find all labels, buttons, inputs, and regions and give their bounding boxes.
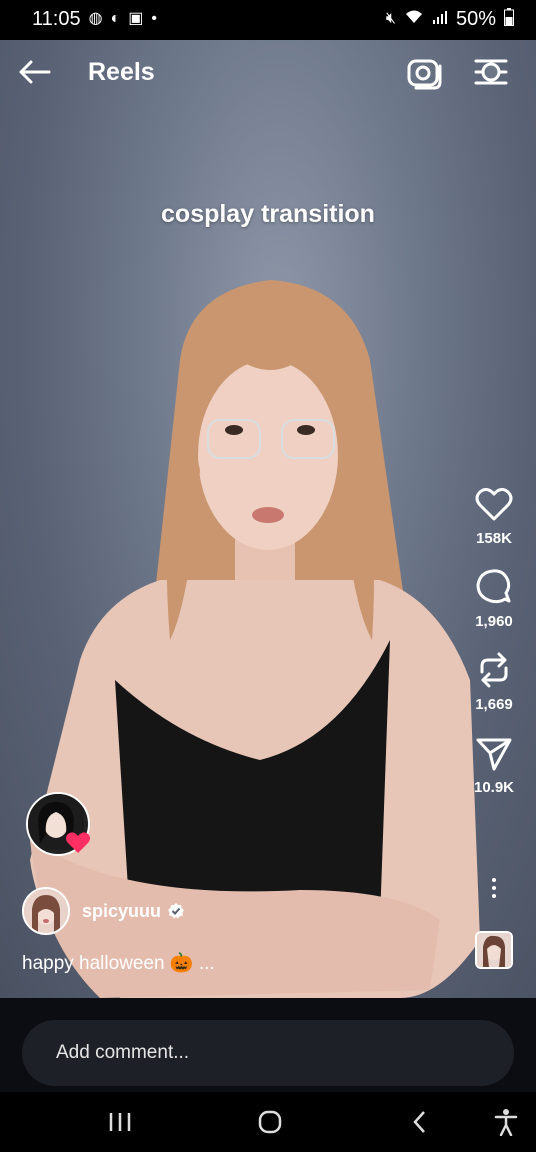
effects-button[interactable] <box>470 52 512 92</box>
share-count: 10.9K <box>473 779 515 796</box>
accessibility-button[interactable] <box>486 1104 526 1140</box>
signal-icon <box>432 9 448 29</box>
repost-button[interactable]: 1,669 <box>464 650 524 713</box>
status-time: 11:05 <box>32 7 81 30</box>
discord-icon: ◐ <box>110 10 121 27</box>
effects-icon <box>474 59 508 85</box>
heart-icon <box>475 487 513 521</box>
comment-count: 1,960 <box>475 613 513 630</box>
recent-apps-button[interactable] <box>100 1104 140 1140</box>
author-avatar-image <box>24 889 68 933</box>
comment-icon <box>476 569 511 604</box>
author-row[interactable]: spicyuuu <box>22 886 185 936</box>
home-button[interactable] <box>250 1104 290 1140</box>
like-button[interactable]: 158K <box>464 484 524 547</box>
action-column: 158K 1,960 1,669 10.9K <box>464 484 524 816</box>
add-comment-placeholder: Add comment... <box>56 1042 190 1063</box>
more-dot-icon <box>492 886 496 890</box>
add-comment-input[interactable]: Add comment... <box>22 1020 514 1086</box>
post-caption[interactable]: happy halloween 🎃 ... <box>22 951 215 975</box>
author-avatar[interactable] <box>22 887 70 935</box>
audio-thumbnail[interactable] <box>475 931 513 969</box>
heart-badge-icon <box>64 828 92 856</box>
accessibility-icon <box>494 1109 518 1136</box>
status-right: 🔇︎ 50% <box>386 8 514 31</box>
more-dot-icon <box>492 894 496 898</box>
like-count: 158K <box>476 530 512 547</box>
mute-icon: 🔇︎ <box>385 10 396 27</box>
battery-icon <box>504 8 514 30</box>
share-button[interactable]: 10.9K <box>464 733 524 796</box>
more-dot-icon <box>492 878 496 882</box>
repost-icon <box>480 652 508 688</box>
page-title: Reels <box>88 58 155 86</box>
back-nav-button[interactable] <box>400 1104 440 1140</box>
chrome-icon: ◍ <box>88 10 103 27</box>
battery-level: 50% <box>455 7 496 30</box>
chevron-left-icon <box>413 1111 425 1133</box>
wifi-icon <box>404 9 424 29</box>
dot-icon: • <box>151 10 157 27</box>
arrow-left-icon <box>19 60 51 84</box>
send-icon <box>476 738 512 771</box>
back-button[interactable] <box>14 52 54 92</box>
camera-icon <box>407 59 442 90</box>
audio-thumbnail-image <box>477 933 511 967</box>
more-options-button[interactable] <box>480 870 508 906</box>
system-navigation-bar <box>0 1092 536 1152</box>
gallery-icon: ▣ <box>128 10 144 27</box>
video-overlay-text: cosplay transition <box>161 200 375 228</box>
home-icon <box>258 1110 282 1134</box>
repost-count: 1,669 <box>475 696 513 713</box>
author-username[interactable]: spicyuuu <box>82 901 161 922</box>
comment-button[interactable]: 1,960 <box>464 567 524 630</box>
status-left: 11:05 ◍ ◐ ▣ • <box>32 8 157 31</box>
verified-badge-icon <box>168 903 185 919</box>
camera-button[interactable] <box>404 52 444 92</box>
recent-apps-icon <box>109 1113 131 1131</box>
status-bar: 11:05 ◍ ◐ ▣ • 🔇︎ 50% <box>0 0 536 38</box>
